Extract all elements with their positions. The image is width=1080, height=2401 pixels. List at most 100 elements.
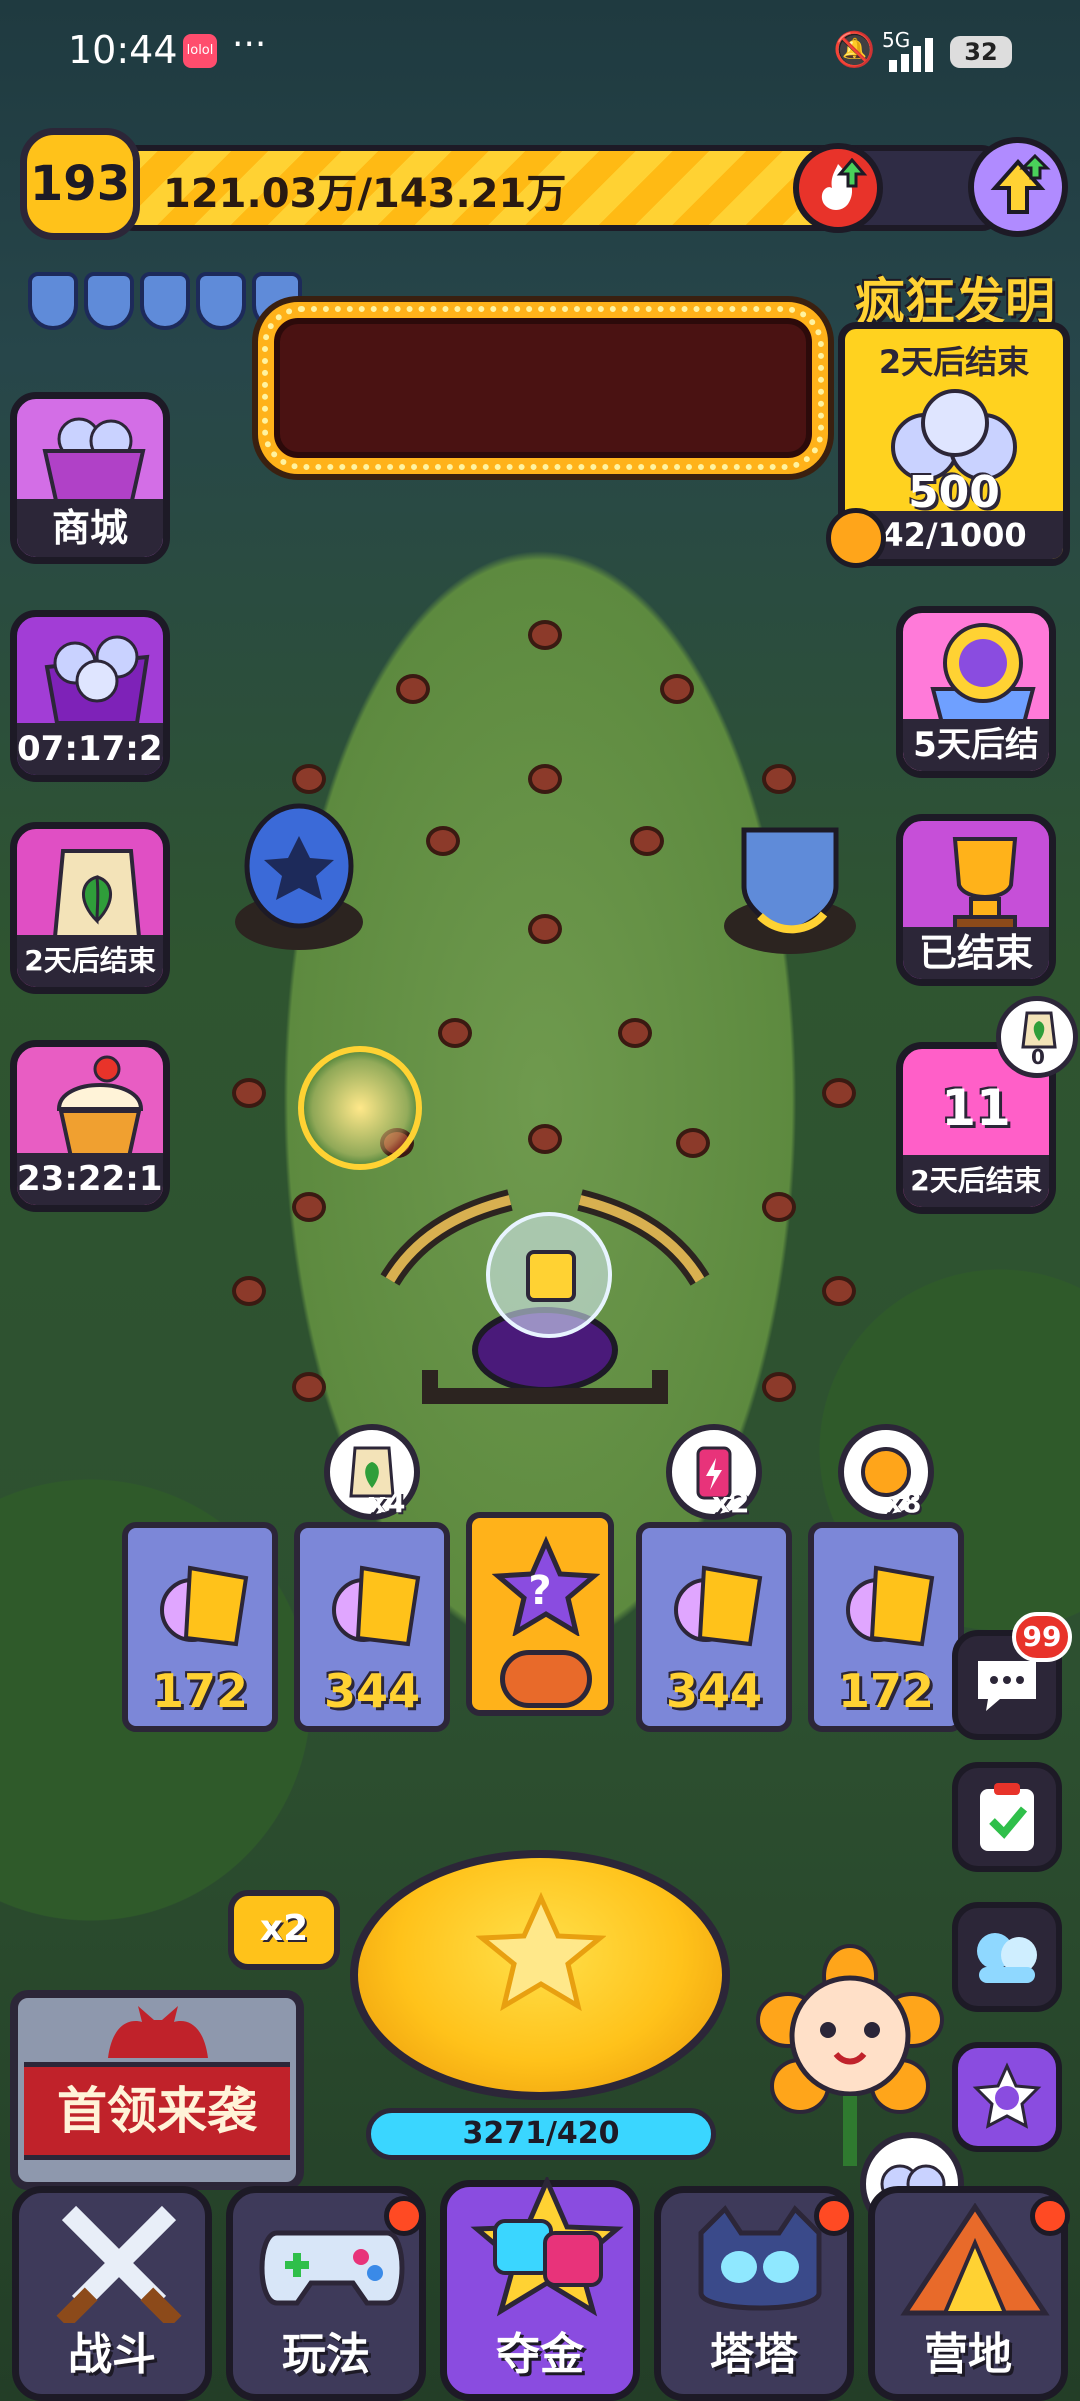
pinball: [298, 1046, 422, 1170]
launch-progress: 3271/420: [366, 2108, 716, 2160]
peg: [630, 826, 664, 856]
shop-label: 商城: [17, 499, 163, 557]
bucket-value: 344: [323, 1664, 421, 1718]
cupcake-icon: [56, 1055, 144, 1159]
seed-bag-icon: [1021, 1011, 1057, 1049]
bucket-value: 172: [151, 1664, 249, 1718]
friends-button[interactable]: [952, 1902, 1062, 2012]
basket-icon: [42, 417, 146, 507]
mask-trophy-icon: [930, 623, 1036, 729]
star-badge-icon: [972, 2062, 1042, 2129]
mask-event-button[interactable]: 5天后结束: [896, 606, 1056, 778]
gem-bag-icon: [44, 635, 150, 725]
nav-tata-dot: [814, 2196, 854, 2236]
gem-offer-button[interactable]: 07:17:24: [10, 610, 170, 782]
peg: [528, 914, 562, 944]
star-egg-bumper: [232, 802, 367, 952]
energy-bonus-multiplier: x2: [712, 1486, 750, 1519]
coin-candy-icon: [846, 1565, 935, 1647]
versus-faces-icon: [470, 2177, 624, 2317]
event-subtitle: 2天后结束: [878, 343, 1030, 381]
seed-bonus-multiplier: x4: [368, 1486, 406, 1519]
peg: [232, 1276, 266, 1306]
upgrade-skill-button[interactable]: [793, 143, 883, 233]
gem-offer-timer: 07:17:24: [17, 723, 163, 775]
clock: 10:44: [68, 28, 178, 72]
cat-face-icon: [698, 2205, 822, 2311]
nav-tata-label: 塔塔: [710, 2329, 798, 2380]
peg: [528, 764, 562, 794]
coin-icon: [826, 508, 886, 568]
trophy-event-status: 已结束: [903, 927, 1049, 979]
cake-offer-button[interactable]: 23:22:18: [10, 1040, 170, 1212]
bucket-value: 172: [837, 1664, 935, 1718]
peg: [762, 1192, 796, 1222]
app-notification-icon: lolol: [183, 34, 217, 68]
bucket-5: 172: [808, 1522, 964, 1732]
peg: [292, 764, 326, 794]
tasks-button[interactable]: [952, 1762, 1062, 1872]
coin-candy-icon: [160, 1565, 249, 1647]
coin-candy-icon: [674, 1565, 763, 1647]
nav-camp-label: 营地: [924, 2329, 1012, 2380]
shield-icon: [84, 272, 134, 330]
shield-bumper: [720, 806, 860, 956]
bucket-1: 172: [122, 1522, 278, 1732]
peg: [822, 1078, 856, 1108]
nav-battle[interactable]: 战斗: [12, 2186, 212, 2401]
peg: [528, 620, 562, 650]
bottom-nav: 战斗 玩法 夺金 塔塔 营地: [0, 2177, 1080, 2401]
coin-bonus-multiplier: x8: [884, 1486, 922, 1519]
shield-icon: [140, 272, 190, 330]
level-badge[interactable]: 193: [20, 128, 140, 240]
marquee-board: [258, 302, 828, 474]
peg: [618, 1018, 652, 1048]
peg: [762, 1372, 796, 1402]
chat-icon: [978, 1661, 1036, 1711]
nav-gold-rush[interactable]: 夺金: [440, 2177, 640, 2401]
bucket-2: 344: [294, 1522, 450, 1732]
nav-camp-dot: [1030, 2196, 1070, 2236]
signal-icon: [889, 38, 933, 72]
peg: [822, 1276, 856, 1306]
mute-icon: 🔕: [833, 30, 876, 70]
crossed-swords-icon: [56, 2205, 182, 2323]
bow-icon: [500, 1650, 592, 1708]
nav-modes-label: 玩法: [282, 2329, 370, 2380]
trophy-event-button[interactable]: 已结束: [896, 814, 1056, 986]
mystery-mark: ?: [528, 1568, 552, 1614]
peg: [396, 674, 430, 704]
peg: [426, 826, 460, 856]
boss-raid-button[interactable]: 首领来袭: [10, 1990, 304, 2190]
seed-count: 0: [1031, 1045, 1045, 1069]
badge-button[interactable]: [952, 2042, 1062, 2152]
plant-event-number: 11: [941, 1079, 1011, 1137]
upgrade-arrow-button[interactable]: [968, 137, 1068, 237]
bucket-mystery: ?: [466, 1512, 614, 1716]
launch-button[interactable]: [350, 1850, 730, 2100]
shield-icon: [28, 272, 78, 330]
peg: [762, 764, 796, 794]
nav-gold-rush-label: 夺金: [496, 2329, 584, 2380]
peg: [232, 1078, 266, 1108]
peg: [292, 1192, 326, 1222]
shop-button[interactable]: 商城: [10, 392, 170, 564]
mask-event-timer: 5天后结束: [903, 719, 1049, 771]
seed-counter: 0: [996, 996, 1078, 1078]
gift-icon: [526, 1250, 576, 1302]
seed-event-button[interactable]: 2天后结束: [10, 822, 170, 994]
more-notifications-icon: ···: [232, 24, 267, 65]
boss-silhouette-icon: [108, 2006, 208, 2058]
seed-event-timer: 2天后结束: [17, 935, 163, 987]
coin-candy-icon: [332, 1565, 421, 1647]
multiplier-button[interactable]: x2: [228, 1890, 340, 1970]
shield-icon: [196, 272, 246, 330]
battery-indicator: 32: [950, 36, 1012, 68]
peg: [292, 1372, 326, 1402]
cake-offer-timer: 23:22:18: [17, 1153, 163, 1205]
nav-battle-label: 战斗: [68, 2329, 156, 2380]
xp-text: 121.03万/143.21万: [163, 171, 567, 217]
peg: [528, 1124, 562, 1154]
clipboard-check-icon: [980, 1783, 1034, 1851]
boss-raid-label: 首领来袭: [24, 2062, 290, 2160]
